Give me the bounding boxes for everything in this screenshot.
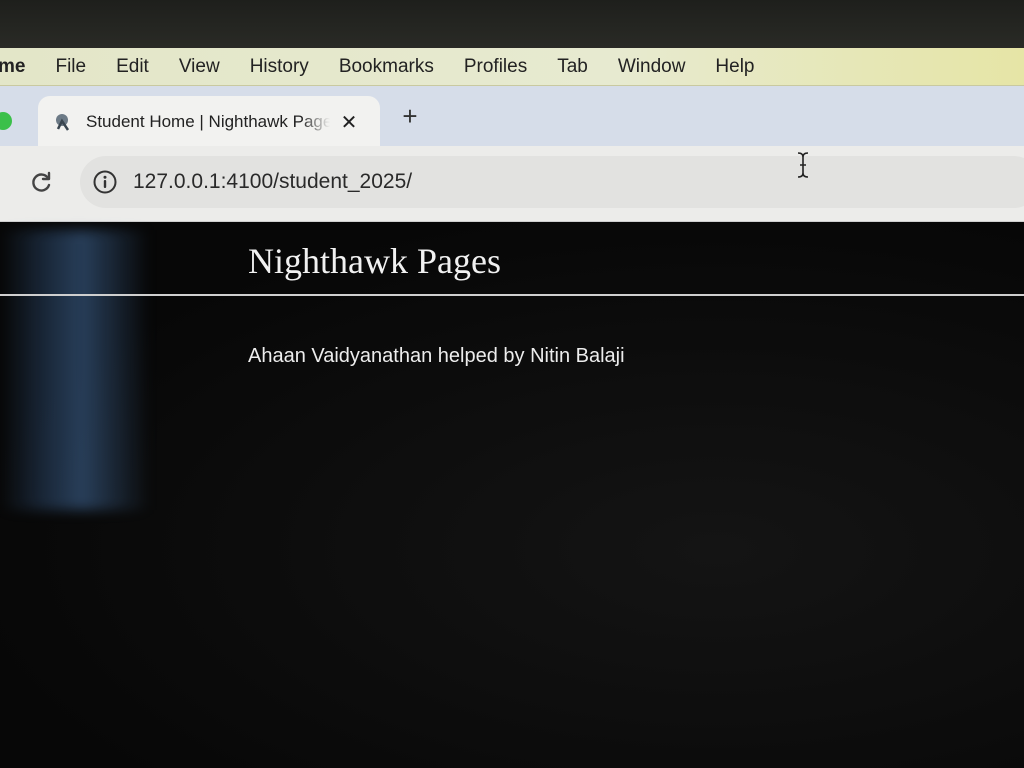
close-icon[interactable]: ✕: [338, 110, 360, 135]
info-icon[interactable]: [92, 169, 118, 195]
menu-edit[interactable]: Edit: [101, 56, 164, 78]
menu-window[interactable]: Window: [603, 56, 701, 78]
site-header: [0, 222, 1024, 296]
text-cursor-icon: [795, 151, 811, 179]
menu-tab[interactable]: Tab: [542, 56, 603, 78]
site-title[interactable]: Nighthawk Pages: [248, 240, 501, 282]
menu-bar: me File Edit View History Bookmarks Prof…: [0, 48, 1024, 86]
menu-profiles[interactable]: Profiles: [449, 56, 542, 78]
menu-app[interactable]: me: [0, 56, 40, 78]
menu-bookmarks[interactable]: Bookmarks: [324, 56, 449, 78]
credit-text: Ahaan Vaidyanathan helped by Nitin Balaj…: [248, 345, 625, 367]
photo-surround: [0, 0, 1024, 50]
menu-file[interactable]: File: [40, 56, 101, 78]
tab-student-home[interactable]: Student Home | Nighthawk Pages ✕: [38, 96, 380, 148]
tab-title: Student Home | Nighthawk Pages: [86, 112, 330, 131]
reload-icon[interactable]: [28, 168, 56, 196]
page-content: [0, 222, 1024, 768]
plus-icon[interactable]: +: [396, 100, 424, 132]
menu-history[interactable]: History: [235, 56, 324, 78]
menu-help[interactable]: Help: [700, 56, 769, 78]
url-text[interactable]: 127.0.0.1:4100/student_2025/: [133, 170, 412, 194]
menu-view[interactable]: View: [164, 56, 235, 78]
nighthawk-icon: [52, 111, 74, 133]
